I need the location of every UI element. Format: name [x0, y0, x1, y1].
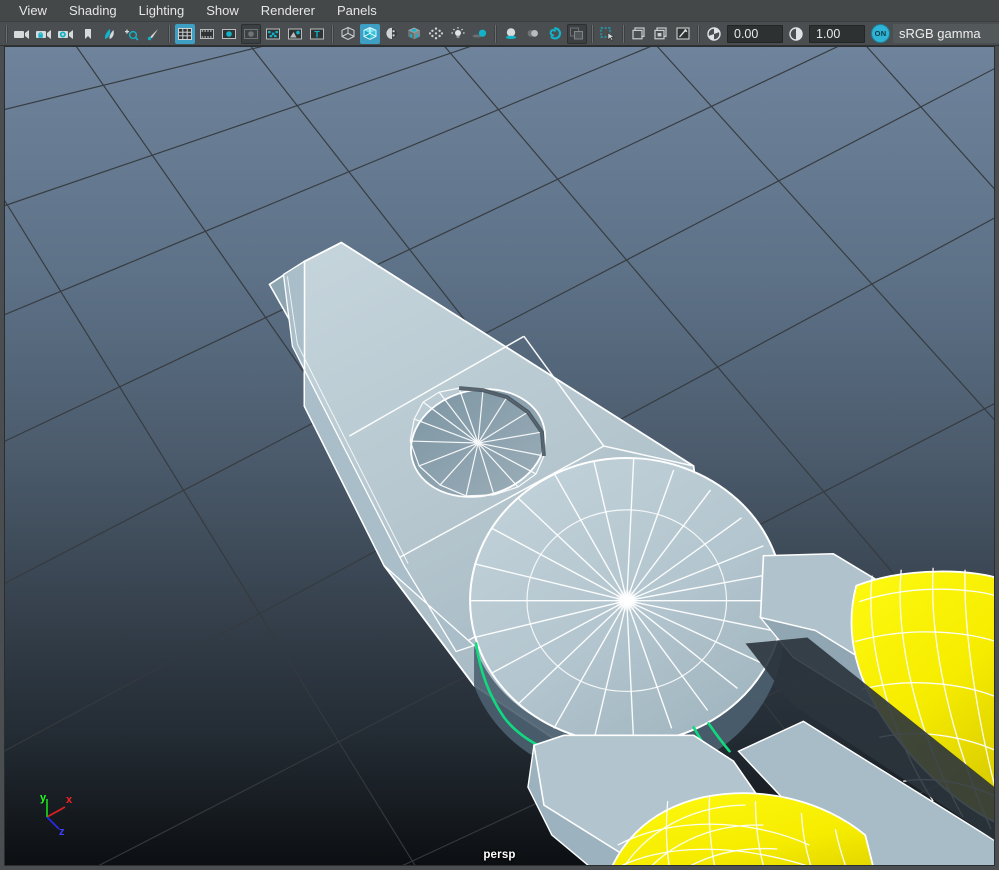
lock-camera-icon[interactable] — [34, 24, 54, 44]
grid-toggle-icon[interactable] — [175, 23, 195, 44]
xray-joints-icon[interactable] — [629, 24, 649, 44]
image-node-icon[interactable] — [285, 24, 305, 44]
viewport-container: x y z persp — [0, 46, 999, 870]
use-all-lights-icon[interactable] — [448, 24, 468, 44]
shadows-icon[interactable] — [470, 24, 490, 44]
gamma-icon[interactable] — [786, 24, 806, 44]
multisample-icon[interactable] — [545, 24, 565, 44]
toolbar-separator[interactable] — [168, 24, 171, 43]
bookmark-icon[interactable] — [78, 24, 98, 44]
toolbar-separator[interactable] — [622, 24, 625, 43]
shaded-hardware-icon[interactable] — [382, 24, 402, 44]
film-gate-icon[interactable] — [197, 24, 217, 44]
text-node-icon[interactable]: T — [307, 24, 327, 44]
image-plane-icon[interactable] — [100, 24, 120, 44]
gamma-input[interactable]: 1.00 — [809, 24, 865, 43]
textured-shading-icon[interactable] — [404, 24, 424, 44]
toolbar-separator[interactable] — [697, 24, 700, 43]
exposure-icon[interactable] — [704, 24, 724, 44]
motion-blur-icon[interactable] — [523, 24, 543, 44]
menu-show[interactable]: Show — [195, 0, 250, 22]
color-management-toggle[interactable]: ON — [871, 24, 890, 43]
camera-attributes-icon[interactable] — [56, 24, 76, 44]
menu-shading[interactable]: Shading — [58, 0, 128, 22]
isolate-select-icon[interactable] — [598, 24, 618, 44]
viewport-toolbar: T 0.00 1.00 ON sRGB gamma — [0, 22, 999, 46]
exposure-input[interactable]: 0.00 — [727, 24, 783, 43]
menu-view[interactable]: View — [8, 0, 58, 22]
menubar: View Shading Lighting Show Renderer Pane… — [0, 0, 999, 22]
toolbar-separator[interactable] — [331, 24, 334, 43]
wireframe-shading-icon[interactable] — [338, 24, 358, 44]
xray-mode-icon[interactable] — [567, 23, 587, 44]
smooth-shading-icon[interactable] — [360, 23, 380, 44]
svg-text:T: T — [314, 29, 320, 39]
exposure-node-icon[interactable] — [263, 24, 283, 44]
menu-renderer[interactable]: Renderer — [250, 0, 326, 22]
menu-panels[interactable]: Panels — [326, 0, 388, 22]
resolution-gate-icon[interactable] — [219, 24, 239, 44]
xray-active-components-icon[interactable] — [651, 24, 671, 44]
menu-lighting[interactable]: Lighting — [128, 0, 196, 22]
toolbar-separator[interactable] — [494, 24, 497, 43]
viewport-snapshot-icon[interactable] — [673, 24, 693, 44]
viewport-3d-scene — [5, 47, 994, 865]
toolbar-separator[interactable] — [591, 24, 594, 43]
wireframe-on-shaded-icon[interactable] — [426, 24, 446, 44]
ambient-occlusion-icon[interactable] — [501, 24, 521, 44]
color-management-label[interactable]: sRGB gamma — [893, 24, 999, 43]
maya-viewport-panel: View Shading Lighting Show Renderer Pane… — [0, 0, 999, 870]
select-camera-icon[interactable] — [12, 24, 32, 44]
toolbar-separator[interactable] — [5, 24, 8, 43]
gate-mask-icon[interactable] — [241, 23, 261, 44]
keyframe-tool-icon[interactable] — [144, 24, 164, 44]
zoom-tool-icon[interactable] — [122, 24, 142, 44]
persp-viewport[interactable]: x y z persp — [4, 46, 995, 866]
